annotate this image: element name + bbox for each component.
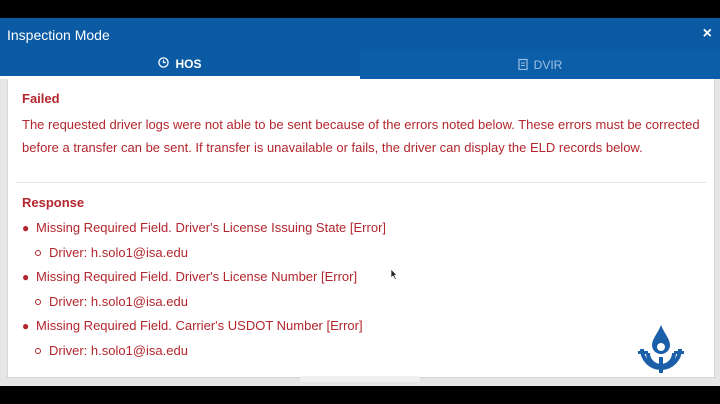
results-panel: Failed The requested driver logs were no… [7, 79, 715, 378]
error-text: Missing Required Field. Driver's License… [36, 220, 387, 235]
title-bar: Inspection Mode × [0, 18, 720, 51]
inspection-window: Inspection Mode × HOS DVIR Failed The re… [0, 18, 720, 386]
failed-message: The requested driver logs were not able … [22, 117, 700, 155]
tab-dvir-label: DVIR [533, 58, 563, 72]
tab-hos-label: HOS [175, 56, 202, 71]
window-title: Inspection Mode [7, 27, 110, 43]
error-item: ● Missing Required Field. Carrier's USDOT… [22, 318, 363, 333]
driver-text: Driver: h.solo1@isa.edu [49, 294, 188, 309]
mouse-cursor-icon [390, 268, 398, 280]
clipboard-icon [518, 58, 528, 73]
response-heading: Response [22, 195, 85, 210]
circle-bullet-icon [35, 250, 41, 256]
driver-text: Driver: h.solo1@isa.edu [49, 343, 188, 358]
error-text: Missing Required Field. Carrier's USDOT … [36, 318, 363, 333]
close-icon[interactable]: × [703, 25, 712, 43]
divider [16, 182, 706, 183]
company-logo-icon [638, 325, 684, 373]
tab-hos[interactable]: HOS [0, 51, 360, 79]
driver-text: Driver: h.solo1@isa.edu [49, 245, 188, 260]
clock-icon [158, 56, 170, 71]
bullet-icon: ● [22, 270, 30, 284]
error-item: ● Missing Required Field. Driver's Licens… [22, 220, 386, 235]
error-item: ● Missing Required Field. Driver's Licens… [22, 269, 357, 284]
error-driver: Driver: h.solo1@isa.edu [35, 245, 188, 260]
failed-heading: Failed [22, 91, 60, 106]
bullet-icon: ● [22, 319, 30, 333]
bullet-icon: ● [22, 221, 30, 235]
circle-bullet-icon [35, 348, 41, 354]
error-driver: Driver: h.solo1@isa.edu [35, 294, 188, 309]
tab-dvir[interactable]: DVIR [360, 51, 720, 79]
scroll-indicator [300, 376, 420, 382]
circle-bullet-icon [35, 299, 41, 305]
tab-bar: HOS DVIR [0, 51, 720, 79]
error-driver: Driver: h.solo1@isa.edu [35, 343, 188, 358]
error-text: Missing Required Field. Driver's License… [36, 269, 358, 284]
